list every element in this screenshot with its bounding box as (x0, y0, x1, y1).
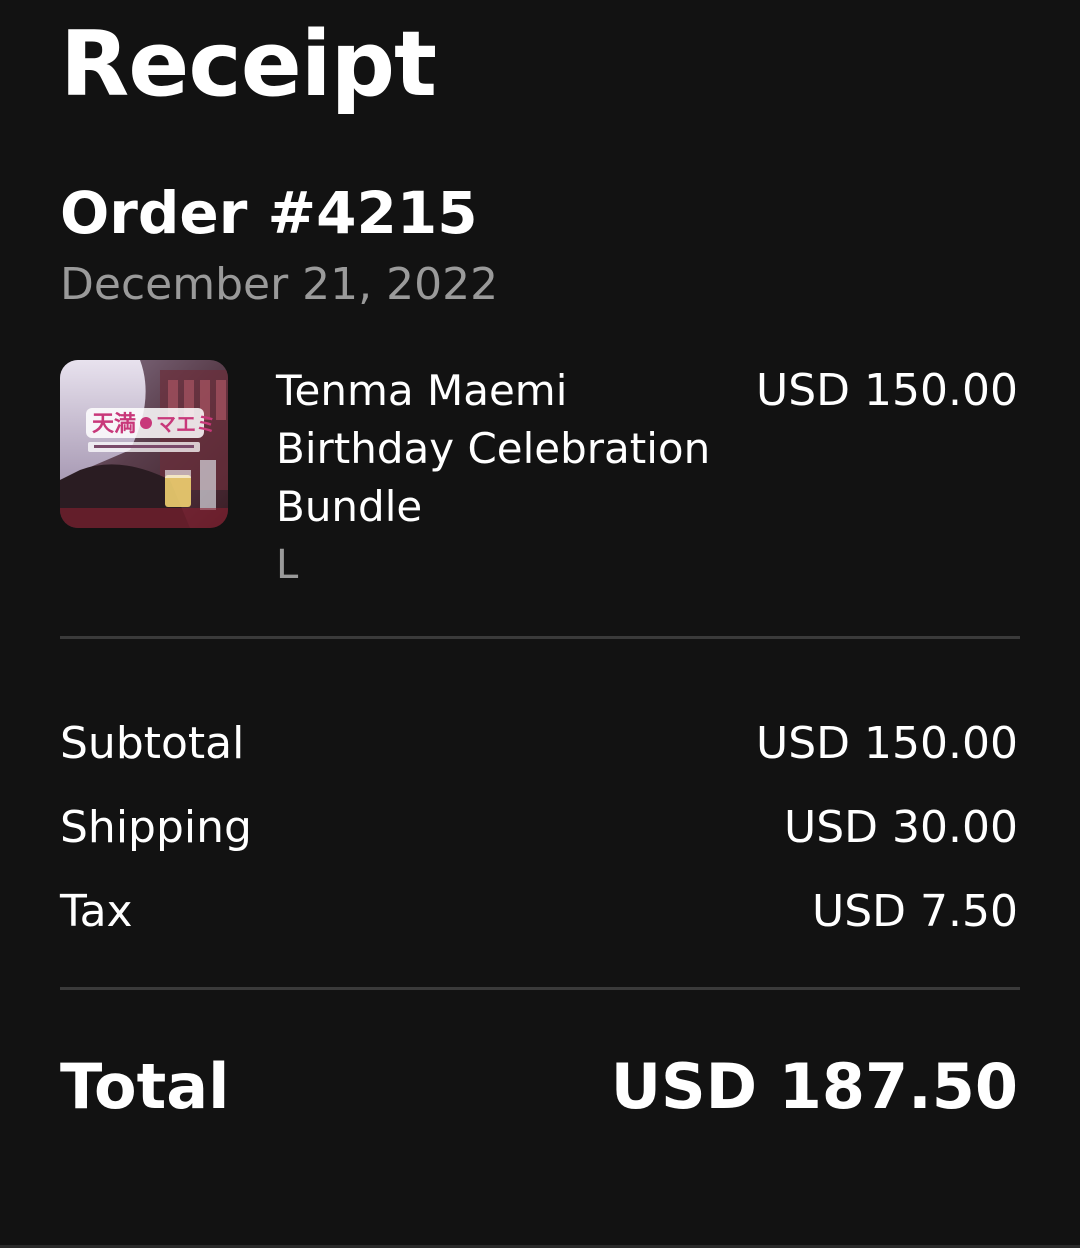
product-thumbnail[interactable]: 天満 マエミ (60, 360, 228, 528)
subtotal-label: Subtotal (60, 717, 245, 769)
shipping-row: Shipping USD 30.00 (60, 797, 1018, 857)
product-thumbnail-image: 天満 マエミ (60, 360, 228, 528)
total-label: Total (60, 1049, 230, 1123)
total-row: Total USD 187.50 (60, 1046, 1018, 1126)
order-date: December 21, 2022 (60, 259, 499, 310)
divider (60, 636, 1020, 639)
tax-value: USD 7.50 (812, 885, 1018, 937)
shipping-value: USD 30.00 (784, 801, 1018, 853)
subtotal-row: Subtotal USD 150.00 (60, 713, 1018, 773)
svg-text:マエミ: マエミ (156, 412, 216, 436)
shipping-label: Shipping (60, 801, 252, 853)
item-price: USD 150.00 (756, 365, 1018, 416)
tax-row: Tax USD 7.50 (60, 881, 1018, 941)
svg-text:天満: 天満 (92, 411, 136, 437)
item-name: Tenma Maemi Birthday Celebration Bundle (276, 366, 711, 531)
item-variant: L (276, 542, 299, 588)
order-number: Order #4215 (60, 179, 478, 247)
subtotal-value: USD 150.00 (756, 717, 1018, 769)
total-value: USD 187.50 (610, 1049, 1018, 1123)
page-title: Receipt (60, 12, 437, 117)
tax-label: Tax (60, 885, 133, 937)
divider (60, 987, 1020, 990)
